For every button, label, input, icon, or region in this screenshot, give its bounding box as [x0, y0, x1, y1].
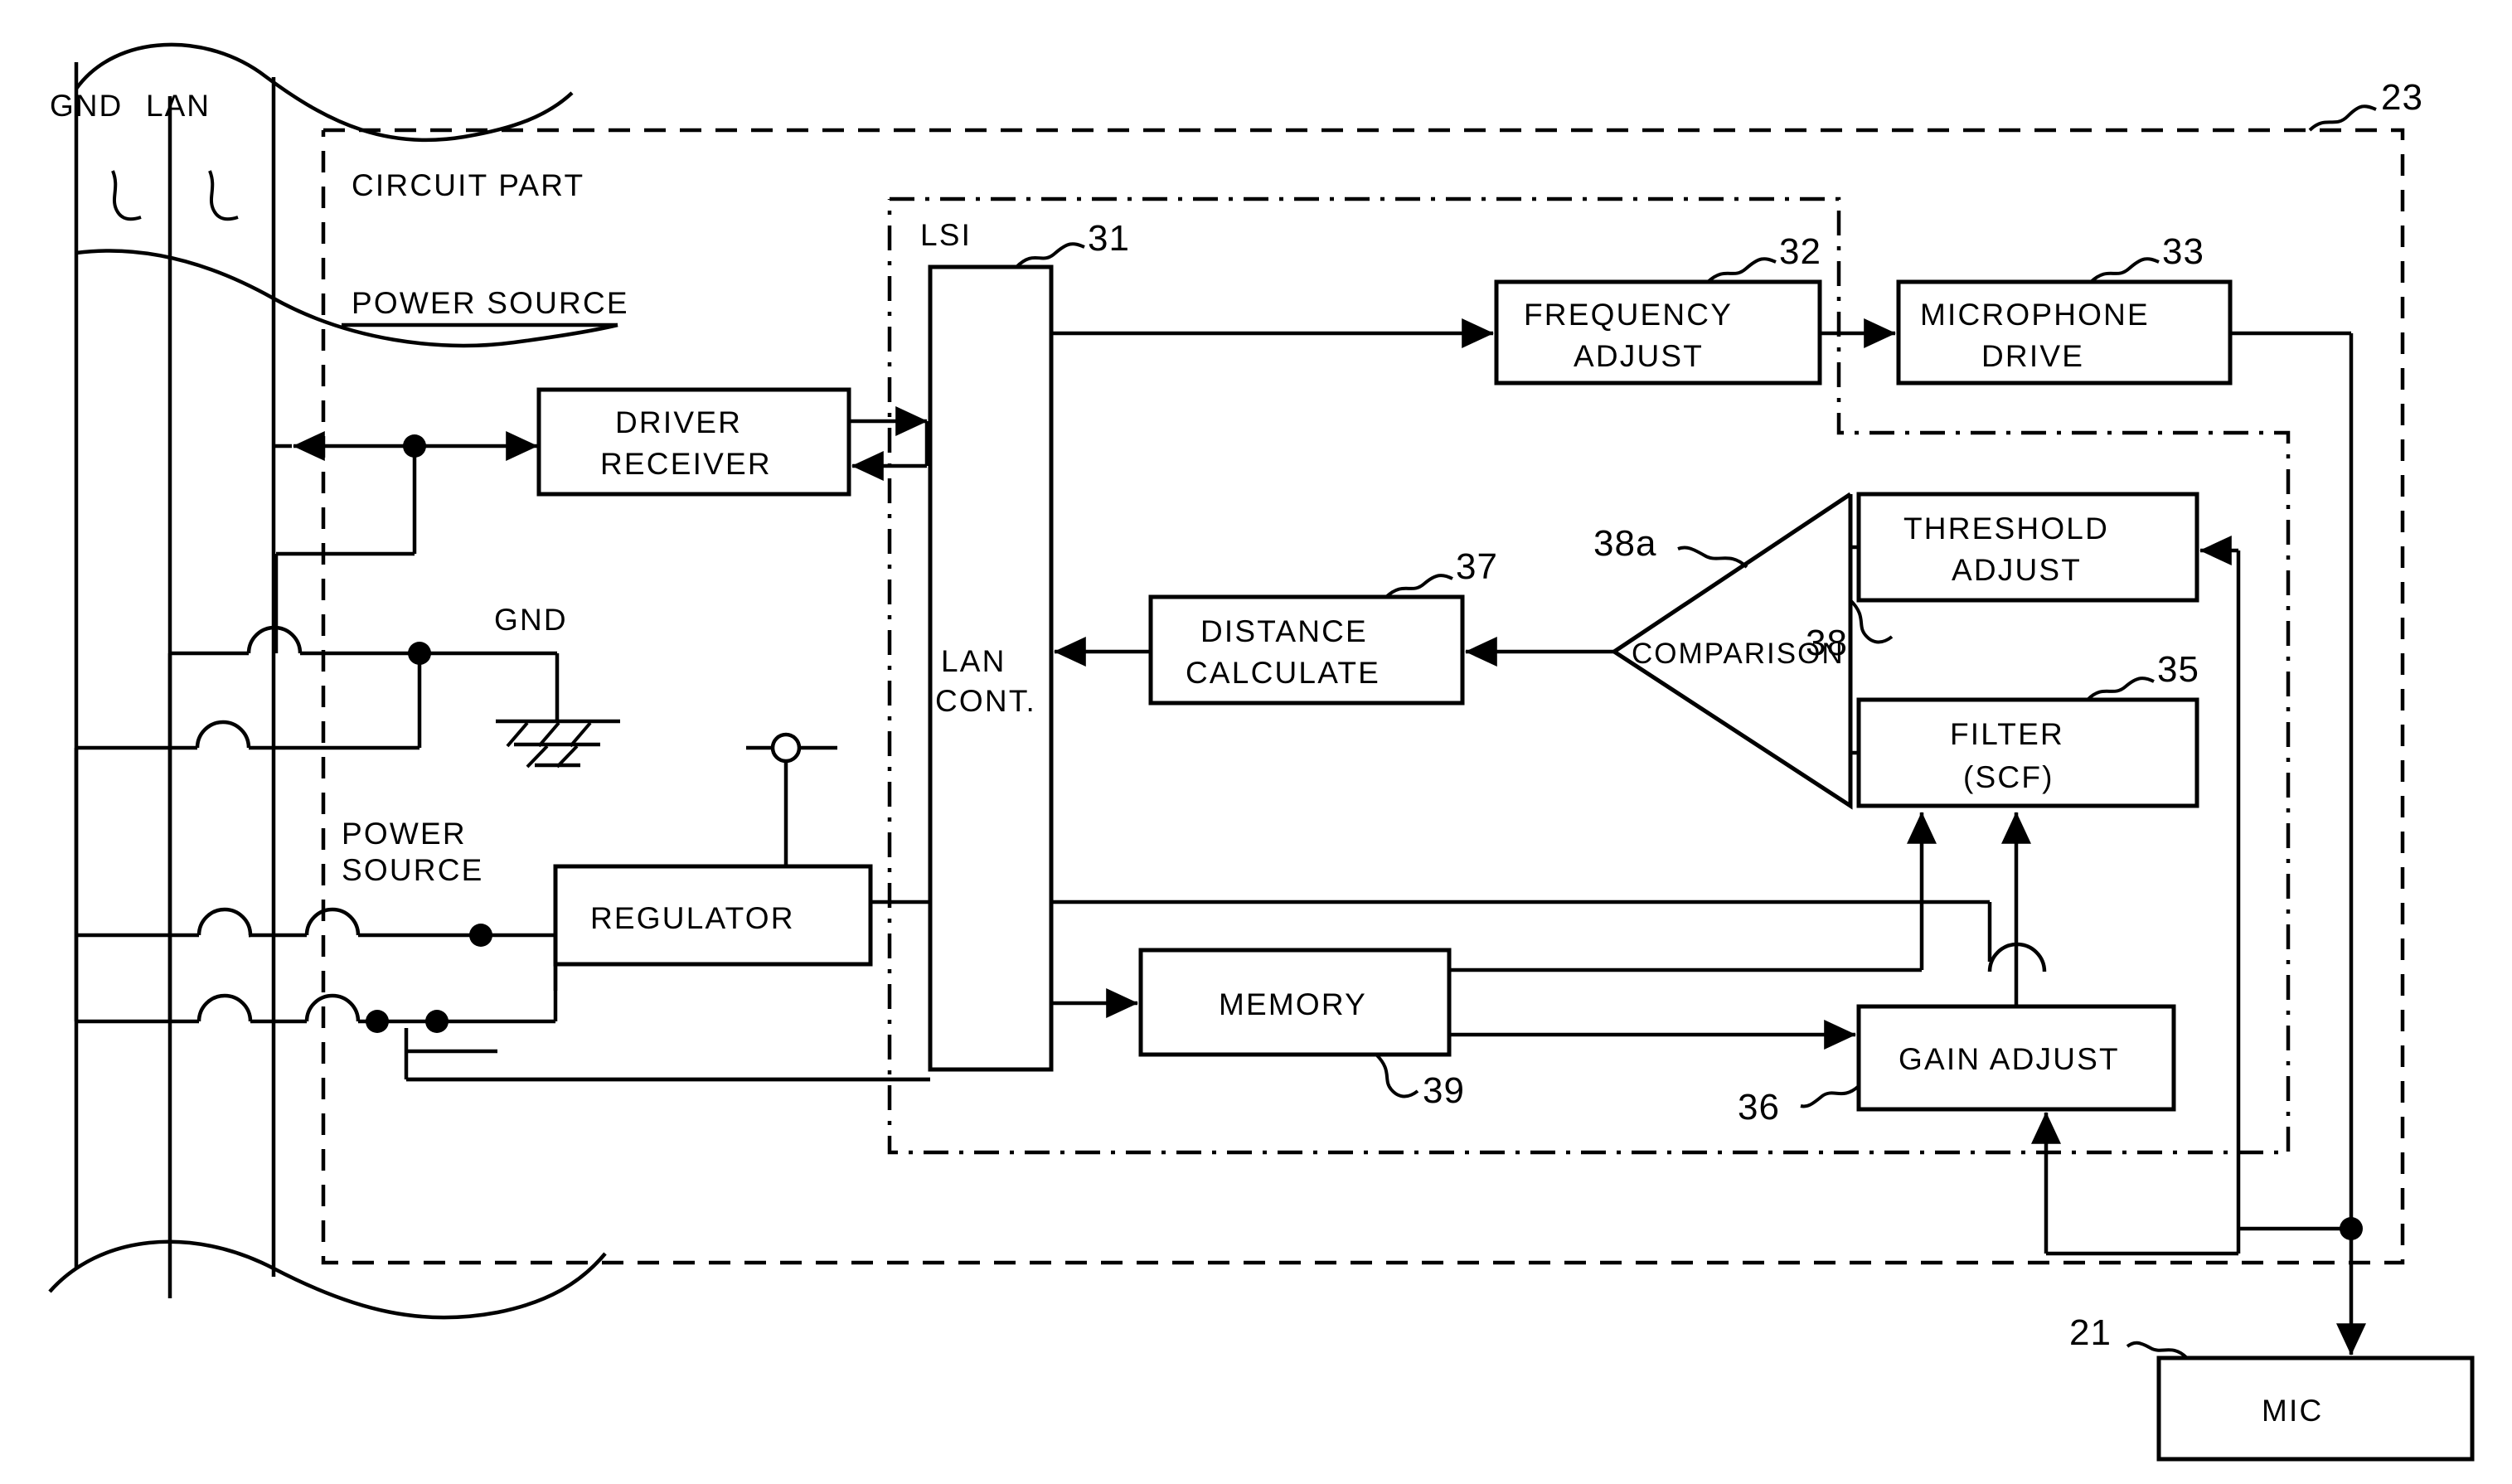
power-source-left-label-line2: SOURCE [342, 853, 484, 887]
threshold-adjust-label-line1: THRESHOLD [1903, 512, 2109, 546]
ref-23: 23 [2381, 77, 2423, 118]
ref-33: 33 [2162, 231, 2204, 272]
ref-38a: 38a [1593, 523, 1656, 564]
driver-receiver-label-line1: DRIVER [615, 405, 742, 439]
ref-32: 32 [1779, 231, 1821, 272]
block-filter-scf[interactable]: FILTER (SCF) [1856, 697, 2199, 808]
frequency-adjust-label-line2: ADJUST [1574, 339, 1704, 373]
ref-36: 36 [1738, 1087, 1780, 1128]
circuit-part-label: CIRCUIT PART [352, 168, 584, 202]
frequency-adjust-label-line1: FREQUENCY [1524, 298, 1733, 332]
ref-39: 39 [1423, 1070, 1465, 1111]
block-threshold-adjust[interactable]: THRESHOLD ADJUST [1856, 492, 2199, 603]
ref-35: 35 [2157, 649, 2199, 690]
mic-label: MIC [2262, 1394, 2323, 1428]
gnd-mid-label: GND [494, 603, 568, 637]
filter-label-line2: (SCF) [1963, 760, 2054, 794]
ref-37: 37 [1456, 546, 1498, 587]
driver-receiver-label-line2: RECEIVER [600, 447, 772, 481]
block-mic[interactable]: MIC [2156, 1355, 2475, 1462]
junction-dot [366, 1010, 389, 1033]
test-point-circle [770, 732, 802, 764]
block-driver-receiver[interactable]: DRIVER RECEIVER [536, 387, 851, 497]
cable-gnd-label: GND [50, 89, 123, 123]
power-source-left-label-line1: POWER [342, 817, 467, 851]
lan-cont-label-line1: LAN [941, 644, 1006, 678]
figure-canvas: GND LAN CIRCUIT PART LSI POWER SOURCE GN… [0, 0, 2512, 1484]
threshold-adjust-label-line2: ADJUST [1952, 553, 2082, 587]
power-source-top-label: POWER SOURCE [352, 286, 629, 320]
distance-calculate-label-line2: CALCULATE [1186, 656, 1380, 690]
microphone-drive-label-line1: MICROPHONE [1920, 298, 2150, 332]
regulator-label: REGULATOR [590, 901, 795, 935]
gain-adjust-label: GAIN ADJUST [1899, 1042, 2120, 1076]
memory-label: MEMORY [1219, 987, 1367, 1021]
block-regulator[interactable]: REGULATOR [553, 864, 873, 967]
block-distance-calculate[interactable]: DISTANCE CALCULATE [1148, 594, 1465, 706]
filter-label-line1: FILTER [1950, 717, 2064, 751]
microphone-drive-label-line2: DRIVE [1981, 339, 2084, 373]
distance-calculate-label-line1: DISTANCE [1200, 614, 1368, 648]
ref-31: 31 [1088, 218, 1130, 259]
block-gain-adjust[interactable]: GAIN ADJUST [1856, 1004, 2176, 1112]
block-microphone-drive[interactable]: MICROPHONE DRIVE [1896, 279, 2233, 386]
block-lan-cont[interactable]: LAN CONT. [928, 264, 1054, 1072]
lsi-label: LSI [920, 218, 972, 252]
ref-21: 21 [2069, 1312, 2112, 1353]
cable-lan-label: LAN [146, 89, 211, 123]
comparison-label: COMPARISON [1632, 638, 1845, 670]
lan-cont-label-line2: CONT. [935, 684, 1036, 718]
block-frequency-adjust[interactable]: FREQUENCY ADJUST [1494, 279, 1822, 386]
block-memory[interactable]: MEMORY [1138, 948, 1452, 1057]
